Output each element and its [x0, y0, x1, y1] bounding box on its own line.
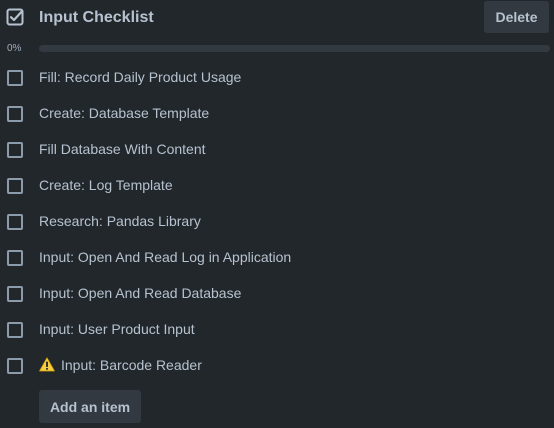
checklist-icon [6, 8, 24, 26]
checklist-item[interactable]: Input: Open And Read Database [0, 275, 554, 311]
item-checkbox[interactable] [7, 70, 23, 86]
item-checkbox[interactable] [7, 106, 23, 122]
item-label[interactable]: Input: Barcode Reader [61, 357, 202, 373]
checklist-item[interactable]: Input: Open And Read Log in Application [0, 239, 554, 275]
checklist-item[interactable]: Input: Barcode Reader [0, 347, 554, 383]
item-label[interactable]: Create: Database Template [39, 105, 209, 122]
item-checkbox[interactable] [7, 286, 23, 302]
item-checkbox[interactable] [7, 322, 23, 338]
progress-percent: 0% [7, 43, 22, 54]
checklist-title: Input Checklist [39, 9, 154, 26]
item-checkbox[interactable] [7, 250, 23, 266]
item-label[interactable]: Fill Database With Content [39, 141, 206, 158]
delete-button[interactable]: Delete [484, 1, 549, 33]
item-label[interactable]: Research: Pandas Library [39, 213, 201, 230]
checklist-item[interactable]: Research: Pandas Library [0, 203, 554, 239]
progress-bar [39, 45, 550, 52]
checklist-items: Fill: Record Daily Product Usage Create:… [0, 59, 554, 383]
checklist-item[interactable]: Create: Log Template [0, 167, 554, 203]
item-checkbox[interactable] [7, 178, 23, 194]
checklist-item[interactable]: Fill Database With Content [0, 131, 554, 167]
item-label[interactable]: Create: Log Template [39, 177, 173, 194]
item-label[interactable]: Input: Open And Read Database [39, 285, 241, 302]
item-checkbox[interactable] [7, 214, 23, 230]
item-label[interactable]: Fill: Record Daily Product Usage [39, 69, 241, 86]
checklist-item[interactable]: Create: Database Template [0, 95, 554, 131]
checklist-item[interactable]: Fill: Record Daily Product Usage [0, 59, 554, 95]
add-item-button[interactable]: Add an item [39, 390, 141, 423]
warning-icon [39, 357, 55, 372]
item-label[interactable]: Input: Open And Read Log in Application [39, 249, 291, 266]
checklist-header: Input Checklist Delete [0, 0, 554, 36]
item-label[interactable]: Input: User Product Input [39, 321, 195, 338]
item-checkbox[interactable] [7, 142, 23, 158]
item-checkbox[interactable] [7, 358, 23, 374]
item-label-wrapper[interactable]: Input: Barcode Reader [39, 357, 202, 374]
checklist-item[interactable]: Input: User Product Input [0, 311, 554, 347]
